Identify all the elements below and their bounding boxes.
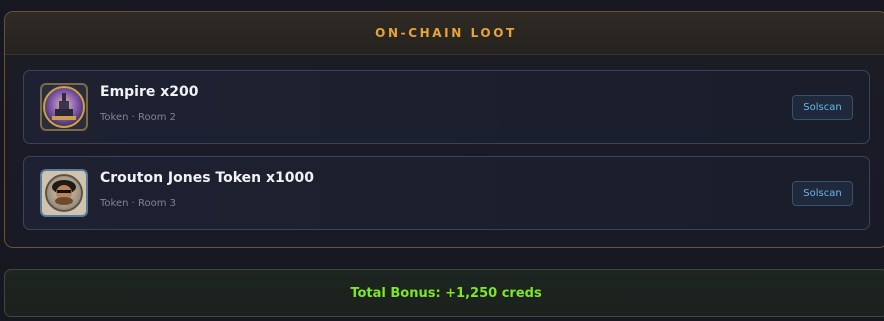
token-meta: Token · Room 2 (100, 112, 177, 123)
loot-item-crouton-jones: Crouton Jones Token x1000 Token · Room 3… (23, 156, 870, 230)
token-name: Empire x200 (100, 84, 199, 100)
on-chain-loot-panel: ON-CHAIN LOOT Empire x200 Token · Room 2… (4, 11, 884, 248)
total-bonus-panel: Total Bonus: +1,250 creds (4, 269, 884, 317)
token-meta: Token · Room 3 (100, 198, 177, 209)
solscan-button[interactable]: Solscan (792, 95, 853, 120)
crouton-jones-token-icon (40, 169, 88, 217)
solscan-button[interactable]: Solscan (792, 181, 853, 206)
loot-item-empire: Empire x200 Token · Room 2 Solscan (23, 70, 870, 144)
loot-header: ON-CHAIN LOOT (5, 12, 884, 55)
loot-title: ON-CHAIN LOOT (375, 26, 517, 40)
page: ON-CHAIN LOOT Empire x200 Token · Room 2… (0, 0, 884, 321)
token-name: Crouton Jones Token x1000 (100, 170, 314, 186)
total-bonus-text: Total Bonus: +1,250 creds (350, 285, 542, 301)
empire-token-icon (40, 83, 88, 131)
